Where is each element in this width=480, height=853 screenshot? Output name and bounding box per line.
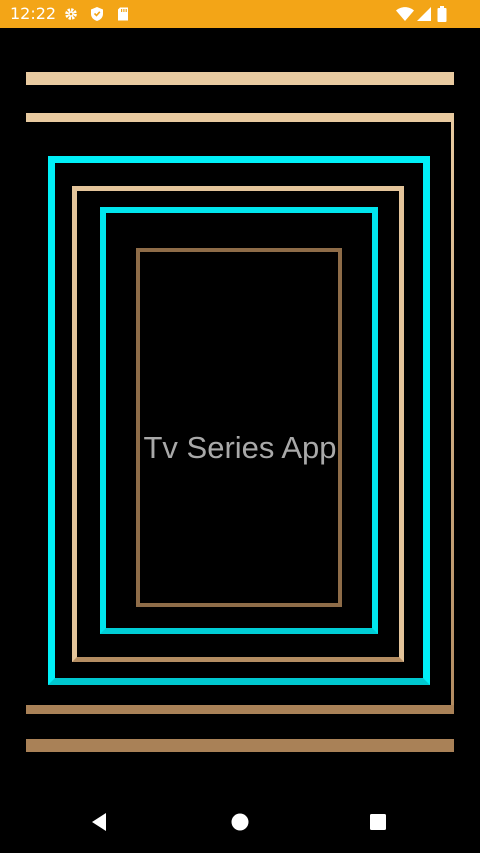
shield-icon <box>89 6 105 22</box>
status-time: 12:22 <box>10 4 57 23</box>
battery-icon <box>437 6 447 22</box>
navigation-bar <box>0 788 480 853</box>
cell-signal-icon <box>416 6 432 22</box>
sd-card-icon <box>115 6 131 22</box>
wifi-icon <box>396 6 414 22</box>
back-icon[interactable] <box>88 810 112 834</box>
splash-screen: 12:22 Tv Series App <box>0 0 480 853</box>
bottom-stripe-2 <box>26 739 454 752</box>
status-bar: 12:22 <box>0 0 480 28</box>
home-icon[interactable] <box>228 810 252 834</box>
top-stripe-2 <box>26 113 454 122</box>
gear-icon <box>63 6 79 22</box>
splash-art <box>0 28 480 788</box>
recents-icon[interactable] <box>366 810 390 834</box>
right-vertical-line <box>451 122 454 706</box>
app-title: Tv Series App <box>143 430 337 465</box>
top-stripe-1 <box>26 72 454 85</box>
bottom-stripe-1 <box>26 705 454 714</box>
